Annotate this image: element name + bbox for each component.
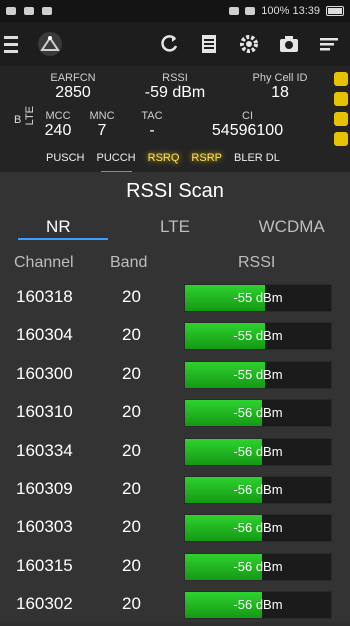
table-row[interactable]: 160315 20 -56 dBm xyxy=(0,549,350,587)
camera-icon[interactable] xyxy=(278,33,300,55)
rssi-value: -56 dBm xyxy=(233,520,283,536)
tab-lte[interactable]: LTE xyxy=(117,214,234,244)
table-row[interactable]: 160310 20 -56 dBm xyxy=(0,395,350,433)
metric-tabs: PUSCH PUCCH RSRQ RSRP BLER DL xyxy=(40,152,340,174)
battery-icon xyxy=(326,6,344,16)
table-row[interactable]: 160334 20 -56 dBm xyxy=(0,434,350,472)
rssi-bar: -56 dBm xyxy=(184,552,332,581)
list-icon[interactable] xyxy=(198,33,220,55)
sort-icon[interactable] xyxy=(318,33,340,55)
band-cell: 20 xyxy=(122,517,141,537)
ci-value: 54596100 xyxy=(211,122,284,139)
band-cell: 20 xyxy=(122,478,141,498)
channel-cell: 160304 xyxy=(16,325,73,345)
rssi-scan-dialog: RSSI Scan NR LTE WCDMA Channel Band RSSI… xyxy=(0,172,350,622)
metric-tab-pusch[interactable]: PUSCH xyxy=(40,152,91,170)
channel-cell: 160334 xyxy=(16,440,73,460)
side-shortcuts xyxy=(334,72,348,146)
mnc-value: 7 xyxy=(97,122,107,139)
refresh-shortcut-icon[interactable] xyxy=(334,92,348,106)
rssi-bar: -55 dBm xyxy=(184,360,332,389)
notification-icon xyxy=(24,7,34,15)
metric-tab-rsrp[interactable]: RSRP xyxy=(185,152,228,170)
menu-icon[interactable] xyxy=(0,35,30,53)
bluetooth-icon xyxy=(229,7,240,15)
channel-cell: 160302 xyxy=(16,594,73,614)
lock-icon[interactable] xyxy=(334,132,348,146)
settings-icon[interactable] xyxy=(238,33,260,55)
band-cell: 20 xyxy=(122,287,141,306)
mcc-value: 240 xyxy=(44,122,72,139)
app-toolbar xyxy=(0,22,350,66)
channel-cell: 160310 xyxy=(16,402,73,422)
band-cell: 20 xyxy=(122,440,141,460)
phy-cell-id-value: 18 xyxy=(271,84,289,101)
status-bar: 100% 13:39 xyxy=(0,0,350,22)
rssi-bar: -56 dBm xyxy=(184,399,332,428)
phy-cell-id-label: Phy Cell ID xyxy=(252,72,308,84)
earfcn-label: EARFCN xyxy=(50,72,96,84)
table-row[interactable]: 160304 20 -55 dBm xyxy=(0,318,350,356)
signal-shortcut-icon[interactable] xyxy=(334,72,348,86)
tech-indicator: LTE xyxy=(24,106,36,126)
channel-cell: 160300 xyxy=(16,363,73,383)
signal-icon xyxy=(245,7,256,15)
band-cell: 20 xyxy=(122,325,141,345)
tac-value: - xyxy=(149,122,155,139)
tac-label: TAC xyxy=(141,110,163,122)
rssi-bar: -56 dBm xyxy=(184,475,332,504)
ci-label: CI xyxy=(242,110,253,122)
earfcn-value: 2850 xyxy=(55,84,91,101)
table-row[interactable]: 160318 20 -55 dBm xyxy=(0,280,350,318)
channel-cell: 160318 xyxy=(16,287,73,306)
mcc-label: MCC xyxy=(45,110,71,122)
band-cell: 20 xyxy=(122,555,141,575)
mnc-label: MNC xyxy=(89,110,115,122)
status-text: 100% 13:39 xyxy=(261,5,320,17)
rssi-value: -56 dBm xyxy=(233,443,283,459)
rssi-bar: -56 dBm xyxy=(184,437,332,466)
rssi-bar: -56 dBm xyxy=(184,591,332,620)
notification-icon xyxy=(6,7,16,15)
rssi-bar: -55 dBm xyxy=(184,322,332,351)
rssi-bar: -56 dBm xyxy=(184,514,332,543)
band-cell: 20 xyxy=(122,594,141,614)
metric-tab-rsrq[interactable]: RSRQ xyxy=(142,152,186,170)
rssi-value: -56 dBm xyxy=(233,481,283,497)
active-tab-indicator xyxy=(18,238,108,240)
column-band: Band xyxy=(110,254,148,271)
rssi-value: -59 dBm xyxy=(144,84,206,101)
metric-tab-pucch[interactable]: PUCCH xyxy=(91,152,142,174)
table-row[interactable]: 160309 20 -56 dBm xyxy=(0,472,350,510)
cell-info-panel: EARFCN 2850 RSSI -59 dBm Phy Cell ID 18 … xyxy=(0,66,350,174)
rssi-label: RSSI xyxy=(162,72,188,84)
table-row[interactable]: 160303 20 -56 dBm xyxy=(0,510,350,548)
rssi-value: -56 dBm xyxy=(233,405,283,421)
log-shortcut-icon[interactable] xyxy=(334,112,348,126)
scan-results-list: 160318 20 -55 dBm 160304 20 -55 dBm 160300 20 -5… xyxy=(0,280,350,626)
band-cell: 20 xyxy=(122,402,141,422)
metric-tab-bler-dl[interactable]: BLER DL xyxy=(228,152,286,170)
table-row[interactable]: 160302 20 -56 dBm xyxy=(0,587,350,625)
table-row[interactable]: 160300 20 -55 dBm xyxy=(0,357,350,395)
rssi-value: -56 dBm xyxy=(233,597,283,613)
column-channel: Channel xyxy=(14,254,74,271)
notification-icon xyxy=(42,7,52,15)
channel-cell: 160315 xyxy=(16,555,73,575)
table-header: Channel Band RSSI xyxy=(0,254,350,276)
band-indicator: B xyxy=(14,114,22,126)
channel-cell: 160309 xyxy=(16,478,73,498)
rssi-value: -55 dBm xyxy=(233,290,283,305)
column-rssi: RSSI xyxy=(238,254,276,271)
dialog-title: RSSI Scan xyxy=(126,180,224,202)
rssi-value: -55 dBm xyxy=(233,328,283,344)
tab-wcdma[interactable]: WCDMA xyxy=(233,214,350,244)
app-logo-icon xyxy=(36,30,64,58)
band-cell: 20 xyxy=(122,363,141,383)
rssi-bar: -55 dBm xyxy=(184,284,332,312)
rssi-value: -56 dBm xyxy=(233,558,283,574)
refresh-icon[interactable] xyxy=(158,33,180,55)
rssi-value: -55 dBm xyxy=(233,366,283,382)
channel-cell: 160303 xyxy=(16,517,73,537)
